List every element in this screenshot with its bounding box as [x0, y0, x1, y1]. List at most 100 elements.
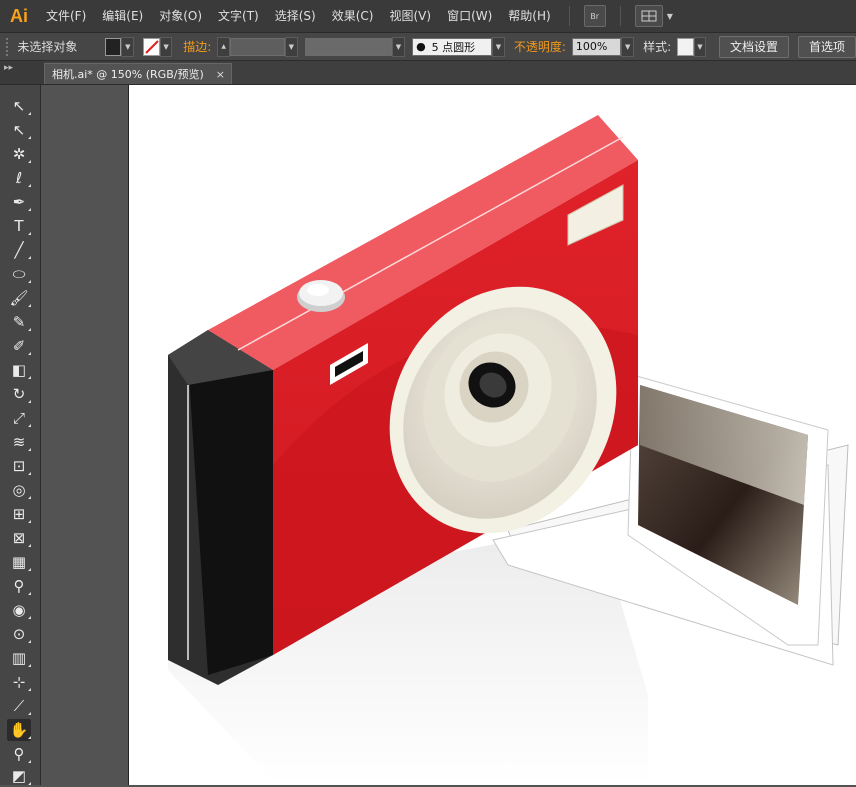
close-tab-icon[interactable]: × [216, 68, 225, 81]
selection-tool-icon[interactable]: ↖ [7, 95, 31, 117]
selection-status: 未选择对象 [17, 40, 78, 54]
no-stroke-icon [145, 39, 159, 54]
arrange-documents-icon [641, 10, 657, 22]
menu-view[interactable]: 视图(V) [381, 0, 439, 32]
scale-tool-icon[interactable]: ⤢ [7, 407, 31, 429]
menu-help[interactable]: 帮助(H) [500, 0, 558, 32]
tool-flyout-indicator [28, 136, 31, 139]
tool-flyout-indicator [28, 184, 31, 187]
brush-definition-field[interactable]: ● 5 点圆形 [412, 37, 493, 56]
blend-tool-icon[interactable]: ◉ [7, 599, 31, 621]
slice-tool-icon[interactable]: ⟋ [7, 695, 31, 717]
rotate-tool-icon[interactable]: ↻ [7, 383, 31, 405]
style-swatch[interactable] [677, 37, 694, 56]
variable-width-dropdown[interactable]: ▼ [392, 36, 405, 57]
shutter-button [297, 280, 345, 312]
stroke-weight-field[interactable] [230, 37, 285, 56]
menu-divider [568, 6, 570, 26]
chevron-down-icon[interactable]: ▼ [667, 12, 673, 21]
fill-swatch[interactable] [105, 37, 122, 56]
menu-effect[interactable]: 效果(C) [324, 0, 382, 32]
tool-flyout-indicator [28, 736, 31, 739]
control-bar: 未选择对象 ▼ ▼ 描边: ▲ ▼ ▼ ● 5 点圆形 ▼ 不透明度: 100% … [0, 33, 856, 61]
tools-panel: ↖ ↖ ✲ ℓ ✒ T ╱ ⬭ 🖌 ✎ ✐ ◧ ↻ ⤢ ≋ ⊡ ◎ ⊞ ⊠ ▦ ⚲ ◉ ⊙ ▥ ⊹ ⟋ ✋ ⚲ ◩ [0, 85, 41, 785]
tool-flyout-indicator [28, 592, 31, 595]
tool-flyout-indicator [28, 712, 31, 715]
fill-dropdown[interactable]: ▼ [121, 36, 135, 57]
pen-tool-icon[interactable]: ✒ [7, 191, 31, 213]
ellipse-tool-icon[interactable]: ⬭ [7, 263, 31, 285]
tool-flyout-indicator [28, 112, 31, 115]
tool-flyout-indicator [28, 256, 31, 259]
tool-flyout-indicator [28, 664, 31, 667]
tool-flyout-indicator [28, 688, 31, 691]
tool-flyout-indicator [28, 280, 31, 283]
stroke-weight-dropdown[interactable]: ▼ [284, 36, 298, 57]
opacity-label[interactable]: 不透明度: [514, 38, 566, 55]
opacity-dropdown[interactable]: ▼ [621, 36, 635, 57]
panel-grip[interactable] [6, 37, 13, 56]
tool-flyout-indicator [28, 544, 31, 547]
lasso-tool-icon[interactable]: ℓ [7, 167, 31, 189]
stroke-dropdown[interactable]: ▼ [159, 36, 173, 57]
opacity-value: 100% [575, 40, 608, 53]
style-dropdown[interactable]: ▼ [693, 36, 707, 57]
stroke-swatch[interactable] [143, 37, 160, 56]
shape-builder-tool-icon[interactable]: ◎ [7, 479, 31, 501]
menu-window[interactable]: 窗口(W) [439, 0, 500, 32]
artboard-tool-icon[interactable]: ⊹ [7, 671, 31, 693]
app-logo: Ai [10, 5, 28, 26]
width-tool-icon[interactable]: ≋ [7, 431, 31, 453]
variable-width-profile[interactable] [304, 37, 393, 56]
direct-selection-tool-icon[interactable]: ↖ [7, 119, 31, 141]
menu-divider [619, 6, 621, 26]
magic-wand-tool-icon[interactable]: ✲ [7, 143, 31, 165]
camera-side-panel [168, 330, 273, 685]
brush-dropdown[interactable]: ▼ [492, 36, 505, 57]
free-transform-tool-icon[interactable]: ⊡ [7, 455, 31, 477]
tool-flyout-indicator [28, 232, 31, 235]
tool-flyout-indicator [28, 160, 31, 163]
tool-flyout-indicator [28, 400, 31, 403]
tool-flyout-indicator [28, 520, 31, 523]
stroke-weight-stepper[interactable]: ▲ [217, 36, 231, 57]
mesh-tool-icon[interactable]: ⊠ [7, 527, 31, 549]
menu-select[interactable]: 选择(S) [267, 0, 324, 32]
pencil-tool-icon[interactable]: ✎ [7, 311, 31, 333]
tool-flyout-indicator [28, 568, 31, 571]
menu-bar: Ai 文件(F) 编辑(E) 对象(O) 文字(T) 选择(S) 效果(C) 视… [0, 0, 856, 33]
tool-flyout-indicator [28, 760, 31, 763]
blob-brush-tool-icon[interactable]: ✐ [7, 335, 31, 357]
tool-flyout-indicator [28, 328, 31, 331]
collapse-panels-icon[interactable]: ▸▸ [0, 61, 44, 84]
style-label: 样式: [643, 40, 672, 54]
hand-tool-icon[interactable]: ✋ [7, 719, 31, 741]
tool-flyout-indicator [28, 304, 31, 307]
zoom-tool-icon[interactable]: ⚲ [7, 743, 31, 765]
document-setup-button[interactable]: 文档设置 [718, 35, 789, 58]
eraser-tool-icon[interactable]: ◧ [7, 359, 31, 381]
stroke-label[interactable]: 描边: [183, 38, 211, 55]
menu-type[interactable]: 文字(T) [210, 0, 267, 32]
document-tab[interactable]: 相机.ai* @ 150% (RGB/预览) × [44, 63, 232, 84]
camera-illustration [168, 115, 849, 785]
gradient-tool-icon[interactable]: ▦ [7, 551, 31, 573]
eyedropper-tool-icon[interactable]: ⚲ [7, 575, 31, 597]
line-tool-icon[interactable]: ╱ [7, 239, 31, 261]
column-graph-tool-icon[interactable]: ▥ [7, 647, 31, 669]
menu-edit[interactable]: 编辑(E) [94, 0, 151, 32]
menu-object[interactable]: 对象(O) [151, 0, 210, 32]
tool-flyout-indicator [28, 376, 31, 379]
tool-flyout-indicator [28, 448, 31, 451]
opacity-field[interactable]: 100% [571, 37, 622, 56]
bridge-button[interactable]: Br [583, 5, 606, 27]
symbol-sprayer-tool-icon[interactable]: ⊙ [7, 623, 31, 645]
workspace-arrange-button[interactable] [634, 5, 663, 27]
tool-flyout-indicator [28, 424, 31, 427]
type-tool-icon[interactable]: T [7, 215, 31, 237]
fill-stroke-icon[interactable]: ◩ [7, 765, 31, 787]
preferences-button[interactable]: 首选项 [797, 35, 856, 58]
menu-file[interactable]: 文件(F) [38, 0, 94, 32]
perspective-grid-tool-icon[interactable]: ⊞ [7, 503, 31, 525]
paintbrush-tool-icon[interactable]: 🖌 [7, 287, 31, 309]
